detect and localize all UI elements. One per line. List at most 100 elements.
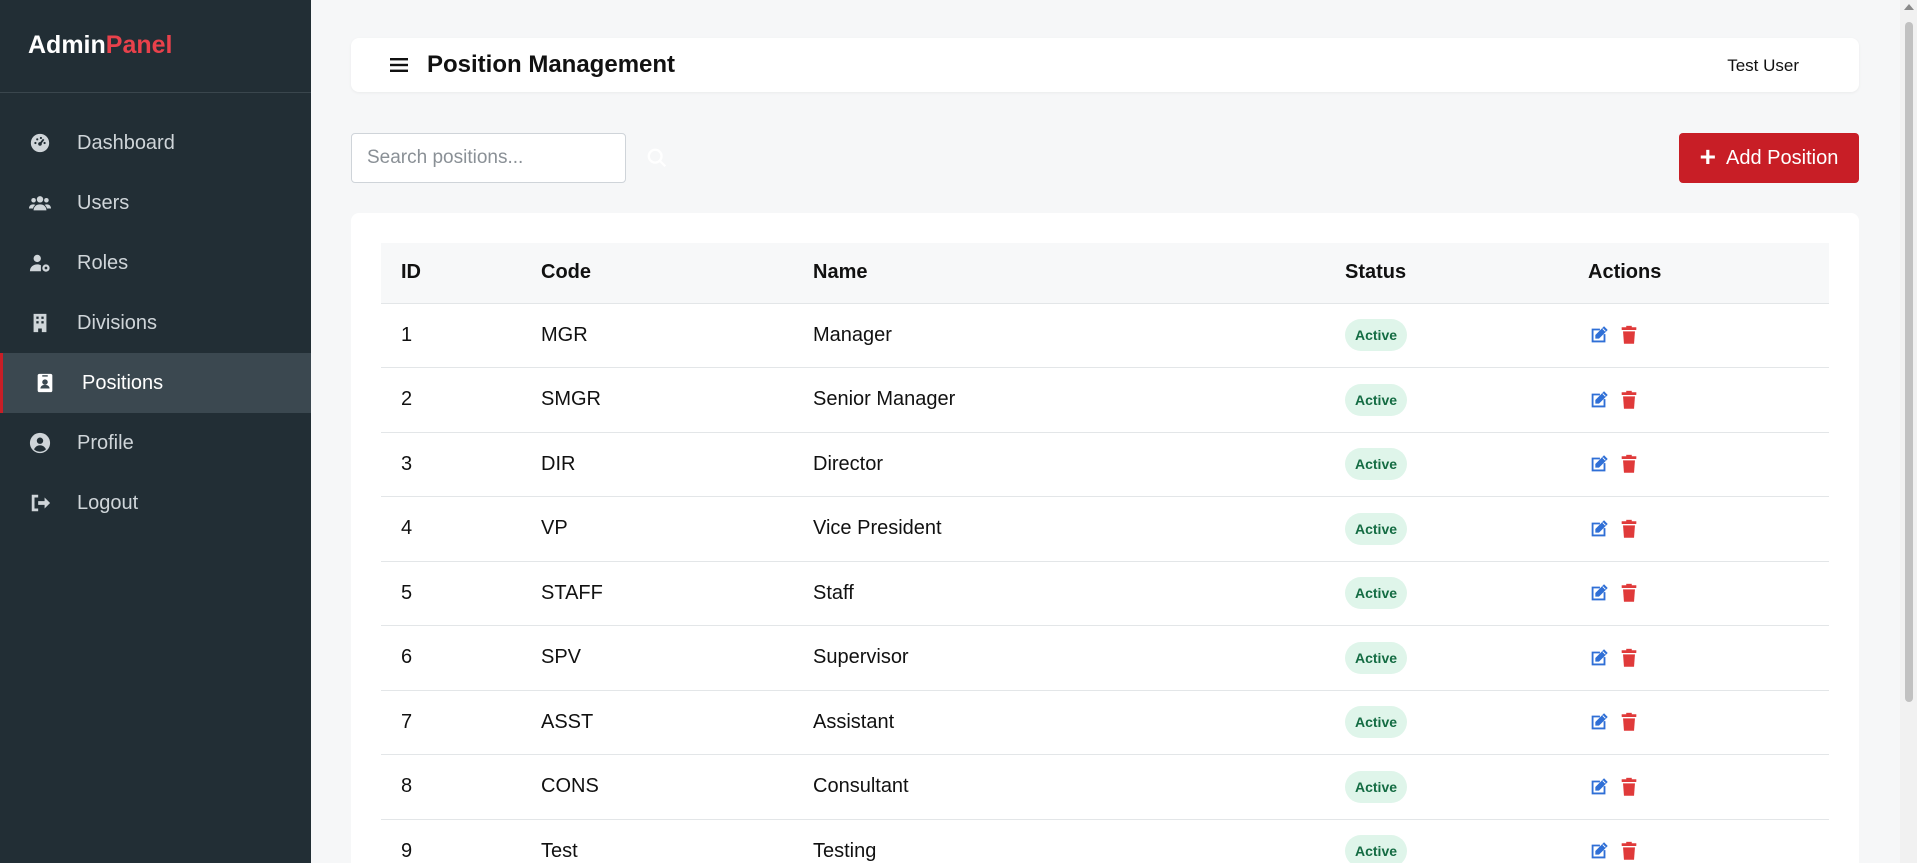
cell-id: 9 xyxy=(381,819,521,863)
sidebar-item-positions[interactable]: Positions xyxy=(0,353,311,413)
column-header-id[interactable]: ID xyxy=(381,243,521,304)
sidebar: AdminPanel Dashboard Users Roles Divisio… xyxy=(0,0,311,863)
cell-id: 5 xyxy=(381,561,521,626)
edit-icon[interactable] xyxy=(1588,840,1610,862)
status-badge: Active xyxy=(1345,319,1408,352)
user-menu[interactable]: Test User xyxy=(1727,56,1799,76)
plus-icon: + xyxy=(1699,140,1717,172)
page-scrollbar[interactable] xyxy=(1900,0,1917,863)
row-actions xyxy=(1588,840,1829,862)
cell-code: CONS xyxy=(521,754,793,820)
column-header-name[interactable]: Name xyxy=(793,243,1325,304)
sidebar-item-dashboard[interactable]: Dashboard xyxy=(0,113,311,173)
sidebar-item-profile[interactable]: Profile xyxy=(0,413,311,473)
cell-code: SMGR xyxy=(521,367,793,433)
edit-icon[interactable] xyxy=(1588,453,1610,475)
row-actions xyxy=(1588,518,1829,540)
sidebar-item-users[interactable]: Users xyxy=(0,173,311,233)
table-row: 4 VP Vice President Active xyxy=(381,496,1829,562)
cell-actions xyxy=(1568,496,1829,562)
trash-icon[interactable] xyxy=(1618,711,1640,733)
brand-name-part1: Admin xyxy=(28,31,106,59)
add-position-label: Add Position xyxy=(1726,146,1839,169)
row-actions xyxy=(1588,324,1829,346)
status-badge: Active xyxy=(1345,706,1408,739)
brand-logo[interactable]: AdminPanel xyxy=(0,0,311,93)
sidebar-item-label: Profile xyxy=(77,431,134,454)
column-header-code[interactable]: Code xyxy=(521,243,793,304)
sidebar-nav: Dashboard Users Roles Divisions Position… xyxy=(0,113,311,533)
table-row: 5 STAFF Staff Active xyxy=(381,561,1829,626)
edit-icon[interactable] xyxy=(1588,776,1610,798)
cell-status: Active xyxy=(1325,496,1568,562)
sidebar-item-label: Divisions xyxy=(77,311,158,334)
edit-icon[interactable] xyxy=(1588,582,1610,604)
table-row: 3 DIR Director Active xyxy=(381,432,1829,497)
row-actions xyxy=(1588,389,1829,411)
cell-status: Active xyxy=(1325,303,1568,368)
table-body: 1 MGR Manager Active 2 SMGR Senior Manager Acti… xyxy=(381,303,1829,863)
status-badge: Active xyxy=(1345,641,1408,674)
cell-code: ASST xyxy=(521,690,793,755)
table-row: 8 CONS Consultant Active xyxy=(381,754,1829,820)
trash-icon[interactable] xyxy=(1618,389,1640,411)
sidebar-item-logout[interactable]: Logout xyxy=(0,473,311,533)
cell-name: Testing xyxy=(793,819,1325,863)
edit-icon[interactable] xyxy=(1588,711,1610,733)
id-badge-icon xyxy=(33,371,57,395)
hamburger-menu-icon[interactable] xyxy=(387,53,411,77)
column-header-status[interactable]: Status xyxy=(1325,243,1568,304)
sidebar-item-label: Logout xyxy=(77,491,139,514)
sidebar-item-divisions[interactable]: Divisions xyxy=(0,293,311,353)
cell-id: 6 xyxy=(381,625,521,691)
edit-icon[interactable] xyxy=(1588,389,1610,411)
row-actions xyxy=(1588,711,1829,733)
cell-id: 7 xyxy=(381,690,521,755)
table-row: 2 SMGR Senior Manager Active xyxy=(381,367,1829,433)
status-badge: Active xyxy=(1345,770,1408,803)
edit-icon[interactable] xyxy=(1588,647,1610,669)
brand-name-part2: Panel xyxy=(105,31,173,59)
cell-name: Manager xyxy=(793,303,1325,368)
search-icon[interactable] xyxy=(646,147,668,169)
cell-id: 1 xyxy=(381,303,521,368)
cell-name: Senior Manager xyxy=(793,367,1325,433)
table-row: 6 SPV Supervisor Active xyxy=(381,625,1829,691)
sidebar-item-label: Dashboard xyxy=(77,131,175,154)
trash-icon[interactable] xyxy=(1618,582,1640,604)
trash-icon[interactable] xyxy=(1618,518,1640,540)
trash-icon[interactable] xyxy=(1618,324,1640,346)
positions-table: ID Code Name Status Actions 1 MGR Manager A… xyxy=(381,243,1829,863)
add-position-button[interactable]: + Add Position xyxy=(1679,133,1859,183)
cell-name: Vice President xyxy=(793,496,1325,562)
cell-actions xyxy=(1568,303,1829,368)
cell-name: Assistant xyxy=(793,690,1325,755)
sidebar-item-roles[interactable]: Roles xyxy=(0,233,311,293)
cell-actions xyxy=(1568,690,1829,755)
cell-name: Consultant xyxy=(793,754,1325,820)
cell-status: Active xyxy=(1325,625,1568,691)
cell-code: Test xyxy=(521,819,793,863)
cell-status: Active xyxy=(1325,690,1568,755)
users-icon xyxy=(28,191,52,215)
edit-icon[interactable] xyxy=(1588,324,1610,346)
trash-icon[interactable] xyxy=(1618,840,1640,862)
cell-name: Director xyxy=(793,432,1325,497)
building-icon xyxy=(28,311,52,335)
cell-id: 8 xyxy=(381,754,521,820)
cell-actions xyxy=(1568,561,1829,626)
trash-icon[interactable] xyxy=(1618,647,1640,669)
cell-name: Staff xyxy=(793,561,1325,626)
trash-icon[interactable] xyxy=(1618,453,1640,475)
trash-icon[interactable] xyxy=(1618,776,1640,798)
scrollbar-thumb[interactable] xyxy=(1905,22,1913,702)
cell-id: 3 xyxy=(381,432,521,497)
scroll-up-arrow-icon[interactable] xyxy=(1904,4,1914,10)
search-input[interactable] xyxy=(351,133,626,183)
cell-code: MGR xyxy=(521,303,793,368)
cell-id: 2 xyxy=(381,367,521,433)
cell-actions xyxy=(1568,754,1829,820)
edit-icon[interactable] xyxy=(1588,518,1610,540)
cell-status: Active xyxy=(1325,432,1568,497)
user-circle-icon xyxy=(28,431,52,455)
